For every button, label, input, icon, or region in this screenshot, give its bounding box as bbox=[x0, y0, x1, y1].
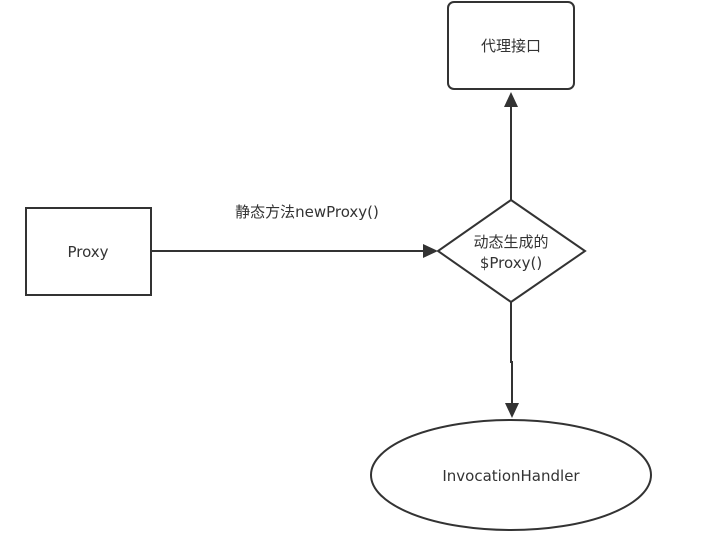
invocation-handler-label: InvocationHandler bbox=[442, 467, 580, 485]
node-proxy-interface: 代理接口 bbox=[447, 1, 575, 90]
proxy-interface-label: 代理接口 bbox=[481, 37, 541, 55]
dynamic-proxy-label-line1: 动态生成的 bbox=[473, 233, 548, 251]
arrowhead-right bbox=[423, 244, 438, 258]
edge-decision-to-handler bbox=[505, 302, 519, 418]
flow-diagram: 静态方法newProxy() Proxy 代理接口 动态生成的 $Proxy()… bbox=[25, 1, 652, 531]
arrowhead-down bbox=[505, 403, 519, 418]
arrowhead-up bbox=[504, 92, 518, 107]
node-dynamic-proxy: 动态生成的 $Proxy() bbox=[436, 198, 587, 304]
edge-decision-to-interface bbox=[504, 92, 518, 200]
node-invocation-handler: InvocationHandler bbox=[370, 419, 652, 531]
dynamic-proxy-label-line2: $Proxy() bbox=[480, 254, 542, 272]
edge-label-newproxy: 静态方法newProxy() bbox=[235, 203, 379, 221]
proxy-label: Proxy bbox=[67, 243, 108, 261]
edge-proxy-to-decision: 静态方法newProxy() bbox=[152, 203, 438, 258]
dynamic-proxy-diamond bbox=[436, 198, 587, 304]
node-proxy: Proxy bbox=[25, 207, 152, 296]
edge-line-decision-to-handler bbox=[510, 302, 513, 405]
